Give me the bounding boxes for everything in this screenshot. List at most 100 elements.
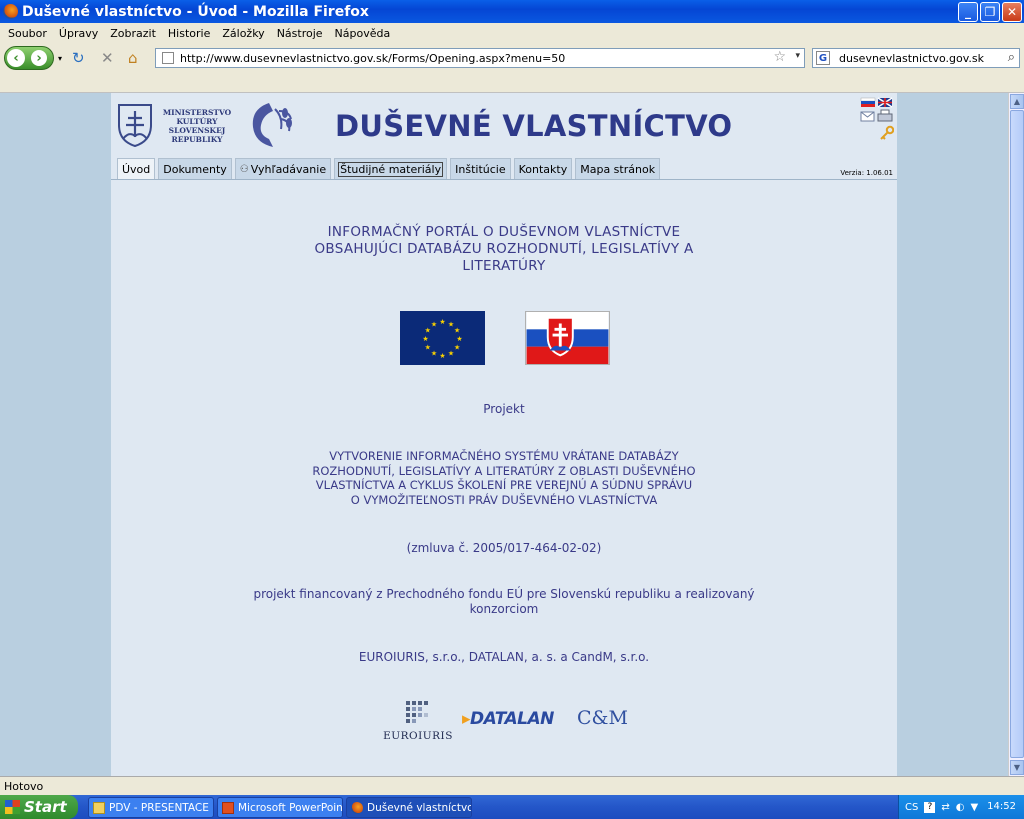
url-dropdown-icon[interactable]: ▾ xyxy=(795,51,800,61)
windows-logo-icon xyxy=(5,800,20,814)
language-indicator[interactable]: CS xyxy=(905,802,918,813)
project-label: Projekt xyxy=(483,402,525,416)
binoculars-icon: ⚇ xyxy=(239,163,249,175)
eu-star-icon: ★ xyxy=(456,335,462,343)
minimize-button[interactable]: _ xyxy=(958,2,978,22)
site-tabs: Úvod Dokumenty ⚇ Vyhľadávanie Študijné ma… xyxy=(117,158,661,179)
menu-nastroje[interactable]: Nástroje xyxy=(271,27,329,40)
window-title: Duševné vlastníctvo - Úvod - Mozilla Fir… xyxy=(22,3,369,20)
task-powerpoint[interactable]: Microsoft PowerPoint ... xyxy=(217,797,343,818)
eu-star-icon: ★ xyxy=(422,335,428,343)
folder-icon xyxy=(93,802,105,814)
tab-institucie[interactable]: Inštitúcie xyxy=(450,158,511,179)
clock: 14:52 xyxy=(987,801,1016,812)
status-bar: Hotovo xyxy=(0,776,1024,795)
site-title: DUŠEVNÉ VLASTNÍCTVO xyxy=(335,109,733,143)
start-button[interactable]: Start xyxy=(0,795,78,819)
slovak-flag-icon xyxy=(525,311,610,365)
eu-star-icon: ★ xyxy=(431,320,437,328)
scroll-thumb[interactable] xyxy=(1010,110,1024,758)
tab-uvod[interactable]: Úvod xyxy=(117,158,156,179)
eu-star-icon: ★ xyxy=(439,352,445,360)
firefox-task-icon xyxy=(351,802,363,814)
navigation-toolbar: ‹ › ▾ ↻ ✕ ⌂ http://www.dusevnevlastnictv… xyxy=(0,43,1024,73)
tab-studijne-materialy[interactable]: Študijné materiály xyxy=(334,158,448,179)
system-tray: CS ? ⇄ ◐ ▼ 14:52 xyxy=(898,795,1024,819)
title-bar[interactable]: Duševné vlastníctvo - Úvod - Mozilla Fir… xyxy=(0,0,1024,23)
flag-sk-icon[interactable] xyxy=(860,97,876,107)
search-text: dusevnevlastnictvo.gov.sk xyxy=(839,51,984,65)
menu-zobrazit[interactable]: Zobrazit xyxy=(104,27,162,40)
forward-button[interactable]: › xyxy=(31,50,47,66)
restore-button[interactable]: ❐ xyxy=(980,2,1000,22)
search-bar[interactable]: G dusevnevlastnictvo.gov.sk ⌕ xyxy=(812,48,1020,68)
eu-star-icon: ★ xyxy=(431,350,437,358)
menu-zalozky[interactable]: Záložky xyxy=(216,27,270,40)
menu-soubor[interactable]: Soubor xyxy=(2,27,53,40)
eu-flag-icon: ★ ★★★★★★★★★★★ xyxy=(400,311,485,365)
euroiuris-grid-icon xyxy=(406,701,428,723)
tab-vyhladavanie[interactable]: ⚇ Vyhľadávanie xyxy=(234,158,332,179)
stop-icon[interactable]: ✕ xyxy=(101,49,114,67)
datalan-logo[interactable]: ▸DATALAN xyxy=(462,709,554,729)
sync-tray-icon[interactable]: ◐ xyxy=(956,802,965,813)
datalan-arrow-icon: ▸ xyxy=(462,709,471,729)
task-firefox[interactable]: Duševné vlastníctvo -... xyxy=(346,797,472,818)
tab-kontakty[interactable]: Kontakty xyxy=(513,158,573,179)
key-icon[interactable] xyxy=(885,125,894,135)
eu-star-icon: ★ xyxy=(454,344,460,352)
task-pdv-presentace[interactable]: PDV - PRESENTACE xyxy=(88,797,214,818)
project-name: VYTVORENIE INFORMAČNÉHO SYSTÉMU VRÁTANE … xyxy=(312,449,696,507)
eu-star-icon: ★ xyxy=(454,327,460,335)
reload-icon[interactable]: ↻ xyxy=(72,49,85,67)
consortium-companies: EUROIURIS, s.r.o., DATALAN, a. s. a Cand… xyxy=(358,650,650,664)
site-header: MINISTERSTVO KULTÚRY SLOVENSKEJ REPUBLIK… xyxy=(111,93,897,158)
menu-napoveda[interactable]: Nápověda xyxy=(329,27,397,40)
print-icon[interactable] xyxy=(877,113,893,122)
firefox-icon xyxy=(3,4,18,19)
volume-tray-icon[interactable]: ▼ xyxy=(970,802,978,813)
page-icon xyxy=(162,52,174,64)
euroiuris-logo[interactable]: EUROIURIS xyxy=(380,699,456,743)
page-viewport: MINISTERSTVO KULTÚRY SLOVENSKEJ REPUBLIK… xyxy=(0,93,1008,776)
menu-historie[interactable]: Historie xyxy=(162,27,216,40)
windows-taskbar: Start PDV - PRESENTACE Microsoft PowerPo… xyxy=(0,795,1024,819)
tab-dokumenty[interactable]: Dokumenty xyxy=(158,158,232,179)
bookmark-star-icon[interactable]: ☆ xyxy=(773,49,786,65)
candm-logo[interactable]: C&M xyxy=(577,707,628,729)
powerpoint-icon xyxy=(222,802,234,814)
status-text: Hotovo xyxy=(4,779,44,793)
scroll-down-button[interactable]: ▼ xyxy=(1010,760,1024,775)
site-page: MINISTERSTVO KULTÚRY SLOVENSKEJ REPUBLIK… xyxy=(111,93,897,776)
tab-mapa-stranok[interactable]: Mapa stránok xyxy=(575,158,661,179)
home-icon[interactable]: ⌂ xyxy=(128,49,138,67)
menu-upravy[interactable]: Úpravy xyxy=(53,27,104,40)
vertical-scrollbar[interactable]: ▲ ▼ xyxy=(1008,93,1024,776)
version-label: Verzia: 1.06.01 xyxy=(840,169,893,177)
url-text: http://www.dusevnevlastnictvo.gov.sk/For… xyxy=(180,51,566,65)
head-laurel-logo-icon xyxy=(252,103,292,147)
eu-star-icon: ★ xyxy=(448,350,454,358)
firefox-window: Duševné vlastníctvo - Úvod - Mozilla Fir… xyxy=(0,0,1024,795)
back-button[interactable]: ‹ xyxy=(7,49,25,67)
help-tray-icon[interactable]: ? xyxy=(924,801,936,813)
portal-heading: INFORMAČNÝ PORTÁL O DUŠEVNOM VLASTNÍCTVE… xyxy=(314,224,694,274)
close-button[interactable]: ✕ xyxy=(1002,2,1022,22)
history-dropdown-icon[interactable]: ▾ xyxy=(58,54,62,63)
eu-star-icon: ★ xyxy=(425,344,431,352)
header-tools xyxy=(860,97,894,140)
scroll-up-button[interactable]: ▲ xyxy=(1010,94,1024,109)
search-engine-icon[interactable]: G xyxy=(816,51,830,65)
ministry-name: MINISTERSTVO KULTÚRY SLOVENSKEJ REPUBLIK… xyxy=(162,108,232,144)
network-tray-icon[interactable]: ⇄ xyxy=(941,802,949,813)
back-forward-buttons: ‹ › xyxy=(4,46,54,70)
bookmarks-strip xyxy=(0,73,1024,93)
url-bar[interactable]: http://www.dusevnevlastnictvo.gov.sk/For… xyxy=(155,48,805,68)
contract-number: (zmluva č. 2005/017-464-02-02) xyxy=(406,541,602,555)
menu-bar: Soubor Úpravy Zobrazit Historie Záložky … xyxy=(0,23,1024,43)
slovak-crest-icon xyxy=(118,104,152,147)
eu-star-icon: ★ xyxy=(439,318,445,326)
tab-divider xyxy=(111,179,897,180)
search-icon[interactable]: ⌕ xyxy=(1008,50,1015,65)
flag-gb-icon[interactable] xyxy=(877,97,893,108)
